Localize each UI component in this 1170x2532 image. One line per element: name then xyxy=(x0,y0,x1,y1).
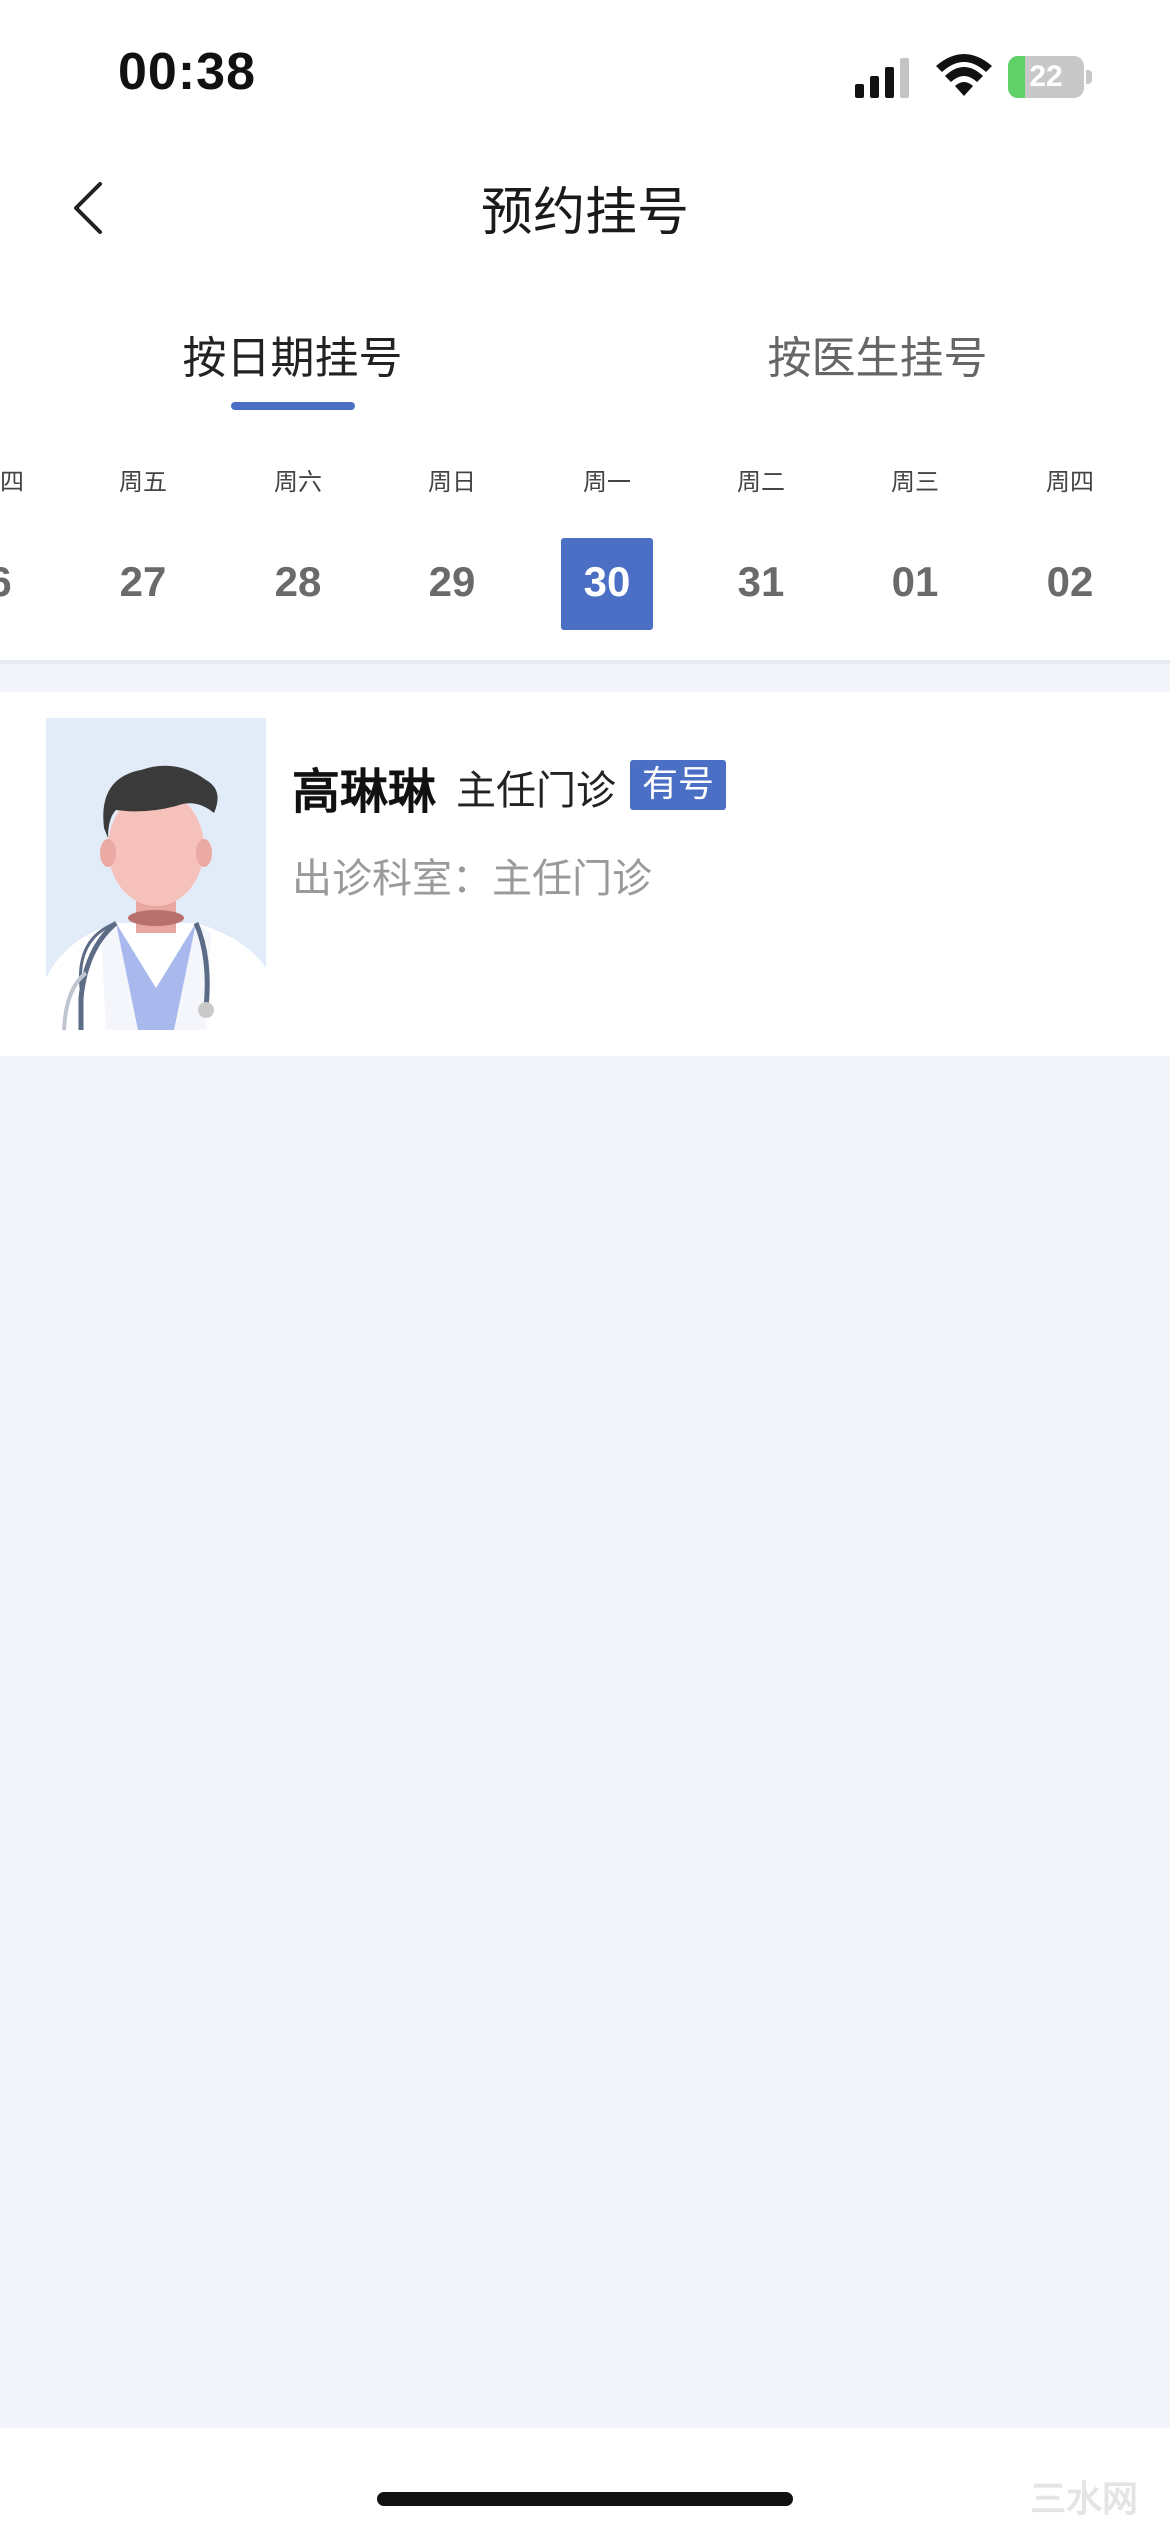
date-strip: 四 6 周五 27 周六 28 周日 29 周一 30 周二 31 周三 01 … xyxy=(0,440,1170,662)
date-weekday: 周四 xyxy=(1046,468,1094,496)
page-title: 预约挂号 xyxy=(480,183,689,243)
doctor-name: 高琳琳 xyxy=(292,764,437,820)
wifi-icon xyxy=(936,54,992,96)
date-day: 02 xyxy=(1046,558,1094,605)
date-weekday: 周五 xyxy=(119,468,167,496)
doctor-department: 出诊科室：主任门诊 xyxy=(292,856,652,902)
status-time: 00:38 xyxy=(118,43,256,101)
watermark: 三水网 xyxy=(1030,2479,1139,2520)
doctor-avatar xyxy=(46,718,266,1030)
cellular-signal-icon xyxy=(855,58,909,98)
date-day: 31 xyxy=(737,558,785,605)
tab-by-doctor[interactable]: 按医生挂号 xyxy=(585,322,1170,386)
battery-icon: 22 xyxy=(1008,56,1092,98)
battery-percent: 22 xyxy=(1029,60,1063,93)
date-weekday: 周三 xyxy=(891,468,939,496)
date-weekday: 周二 xyxy=(737,468,785,496)
active-tab-indicator xyxy=(231,402,355,410)
doctor-title: 主任门诊 xyxy=(456,768,616,814)
date-weekday: 周日 xyxy=(428,468,476,496)
date-day: 27 xyxy=(119,558,167,605)
date-weekday: 周一 xyxy=(583,468,631,496)
date-weekday: 四 xyxy=(0,468,24,496)
date-day: 30 xyxy=(583,558,631,605)
tab-by-date[interactable]: 按日期挂号 xyxy=(0,322,585,386)
date-day: 28 xyxy=(274,558,322,605)
date-day: 6 xyxy=(0,538,60,626)
date-weekday: 周六 xyxy=(274,468,322,496)
home-indicator[interactable] xyxy=(377,2492,793,2506)
date-day: 29 xyxy=(428,558,476,605)
bottom-safe-area xyxy=(0,2428,1170,2532)
date-day: 01 xyxy=(891,558,939,605)
availability-badge: 有号 xyxy=(630,760,727,810)
